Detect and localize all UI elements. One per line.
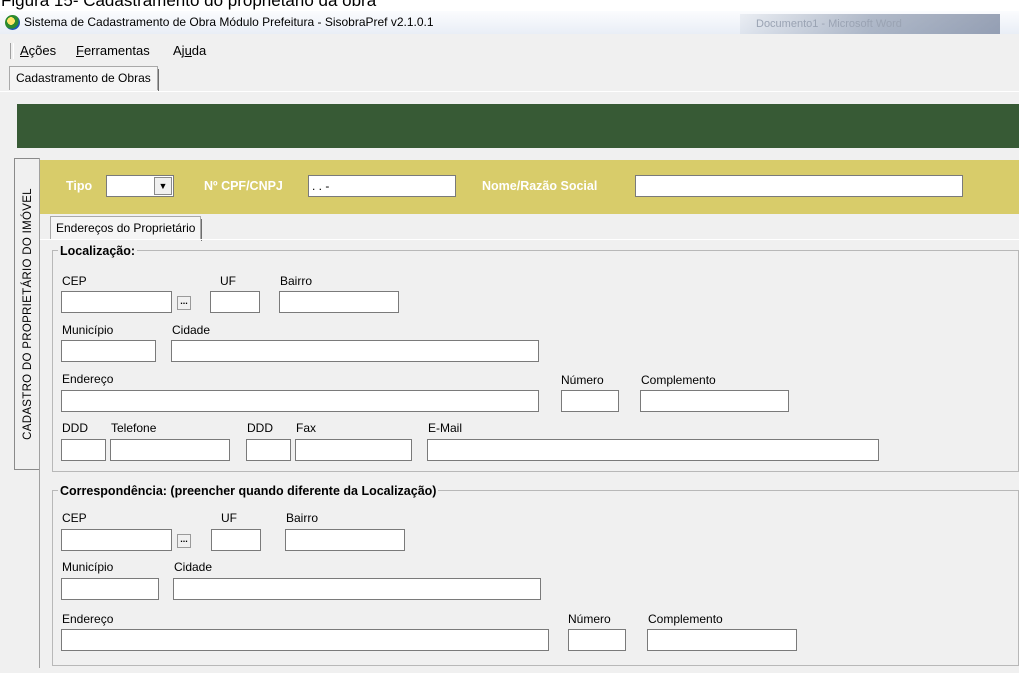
corr-municipio-label: Município	[62, 560, 114, 574]
corr-bairro-label: Bairro	[286, 511, 319, 525]
loc-complemento-label: Complemento	[641, 373, 716, 387]
corr-uf-label: UF	[221, 511, 237, 525]
loc-email-label: E-Mail	[428, 421, 463, 435]
figure-caption: Figura 15- Cadastramento do proprietário…	[0, 0, 1019, 11]
tab-cadastramento-de-obras[interactable]: Cadastramento de Obras	[9, 66, 159, 91]
corr-cidade-input[interactable]	[173, 578, 541, 600]
subtab-divider	[40, 239, 1019, 240]
loc-ddd-fax-input[interactable]	[246, 439, 291, 461]
loc-endereco-input[interactable]	[61, 390, 539, 412]
menu-ajuda[interactable]: Ajuda	[173, 43, 206, 59]
menu-ferramentas[interactable]: Ferramentas	[76, 43, 150, 59]
owner-bar: Tipo ▼ Nº CPF/CNPJ . . - Nome/Razão Soci…	[40, 160, 1019, 214]
loc-municipio-label: Município	[62, 323, 114, 337]
localizacao-title: Localização:	[58, 244, 138, 258]
chevron-down-icon[interactable]: ▼	[154, 177, 172, 195]
loc-ddd-telefone-input[interactable]	[61, 439, 106, 461]
loc-fax-label: Fax	[296, 421, 317, 435]
loc-telefone-label: Telefone	[111, 421, 157, 435]
loc-complemento-input[interactable]	[640, 390, 789, 412]
loc-numero-label: Número	[561, 373, 604, 387]
tab-divider	[0, 91, 1019, 92]
loc-fax-input[interactable]	[295, 439, 412, 461]
correspondencia-title: Correspondência: (preencher quando difer…	[58, 484, 439, 498]
window-title: Sistema de Cadastramento de Obra Módulo …	[24, 15, 434, 29]
corr-numero-input[interactable]	[568, 629, 626, 651]
loc-telefone-input[interactable]	[110, 439, 230, 461]
loc-cidade-input[interactable]	[171, 340, 539, 362]
cpf-cnpj-input[interactable]: . . -	[308, 175, 456, 197]
loc-email-input[interactable]	[427, 439, 879, 461]
corr-cep-lookup-button[interactable]: ...	[177, 534, 191, 548]
corr-cep-input[interactable]	[61, 529, 172, 551]
corr-endereco-label: Endereço	[62, 612, 114, 626]
menu-grip	[10, 43, 14, 59]
tipo-label: Tipo	[66, 179, 93, 193]
loc-bairro-input[interactable]	[279, 291, 399, 313]
nome-razao-social-label: Nome/Razão Social	[482, 179, 598, 193]
loc-cidade-label: Cidade	[172, 323, 211, 337]
nome-razao-social-input[interactable]	[635, 175, 963, 197]
corr-uf-input[interactable]	[211, 529, 261, 551]
loc-cep-lookup-button[interactable]: ...	[177, 296, 191, 310]
tipo-select[interactable]: ▼	[106, 175, 174, 197]
app-globe-icon	[5, 15, 20, 30]
corr-endereco-input[interactable]	[61, 629, 549, 651]
panel-border	[39, 158, 40, 668]
green-banner	[17, 104, 1019, 148]
corr-bairro-input[interactable]	[285, 529, 405, 551]
corr-cep-label: CEP	[62, 511, 87, 525]
title-bar: Sistema de Cadastramento de Obra Módulo …	[0, 11, 1019, 34]
cpf-cnpj-label: Nº CPF/CNPJ	[204, 179, 283, 193]
tab-enderecos-proprietario[interactable]: Endereços do Proprietário	[50, 216, 203, 241]
side-tab-label: CADASTRO DO PROPRIETÁRIO DO IMÓVEL	[21, 188, 34, 440]
loc-ddd-telefone-label: DDD	[62, 421, 88, 435]
loc-ddd-fax-label: DDD	[247, 421, 273, 435]
loc-cep-input[interactable]	[61, 291, 172, 313]
background-window-title: Documento1 - Microsoft Word	[740, 14, 1000, 34]
menu-bar: Ações Ferramentas Ajuda	[0, 40, 1019, 62]
main-tab-row: Cadastramento de Obras	[0, 64, 1019, 92]
corr-numero-label: Número	[568, 612, 611, 626]
corr-complemento-input[interactable]	[647, 629, 797, 651]
loc-municipio-input[interactable]	[61, 340, 156, 362]
loc-endereco-label: Endereço	[62, 372, 114, 386]
loc-uf-input[interactable]	[210, 291, 260, 313]
menu-acoes[interactable]: Ações	[20, 43, 56, 59]
loc-cep-label: CEP	[62, 274, 87, 288]
side-tab-cadastro-proprietario[interactable]: CADASTRO DO PROPRIETÁRIO DO IMÓVEL	[14, 158, 40, 470]
loc-numero-input[interactable]	[561, 390, 619, 412]
corr-municipio-input[interactable]	[61, 578, 159, 600]
corr-complemento-label: Complemento	[648, 612, 723, 626]
loc-bairro-label: Bairro	[280, 274, 313, 288]
corr-cidade-label: Cidade	[174, 560, 213, 574]
loc-uf-label: UF	[220, 274, 236, 288]
